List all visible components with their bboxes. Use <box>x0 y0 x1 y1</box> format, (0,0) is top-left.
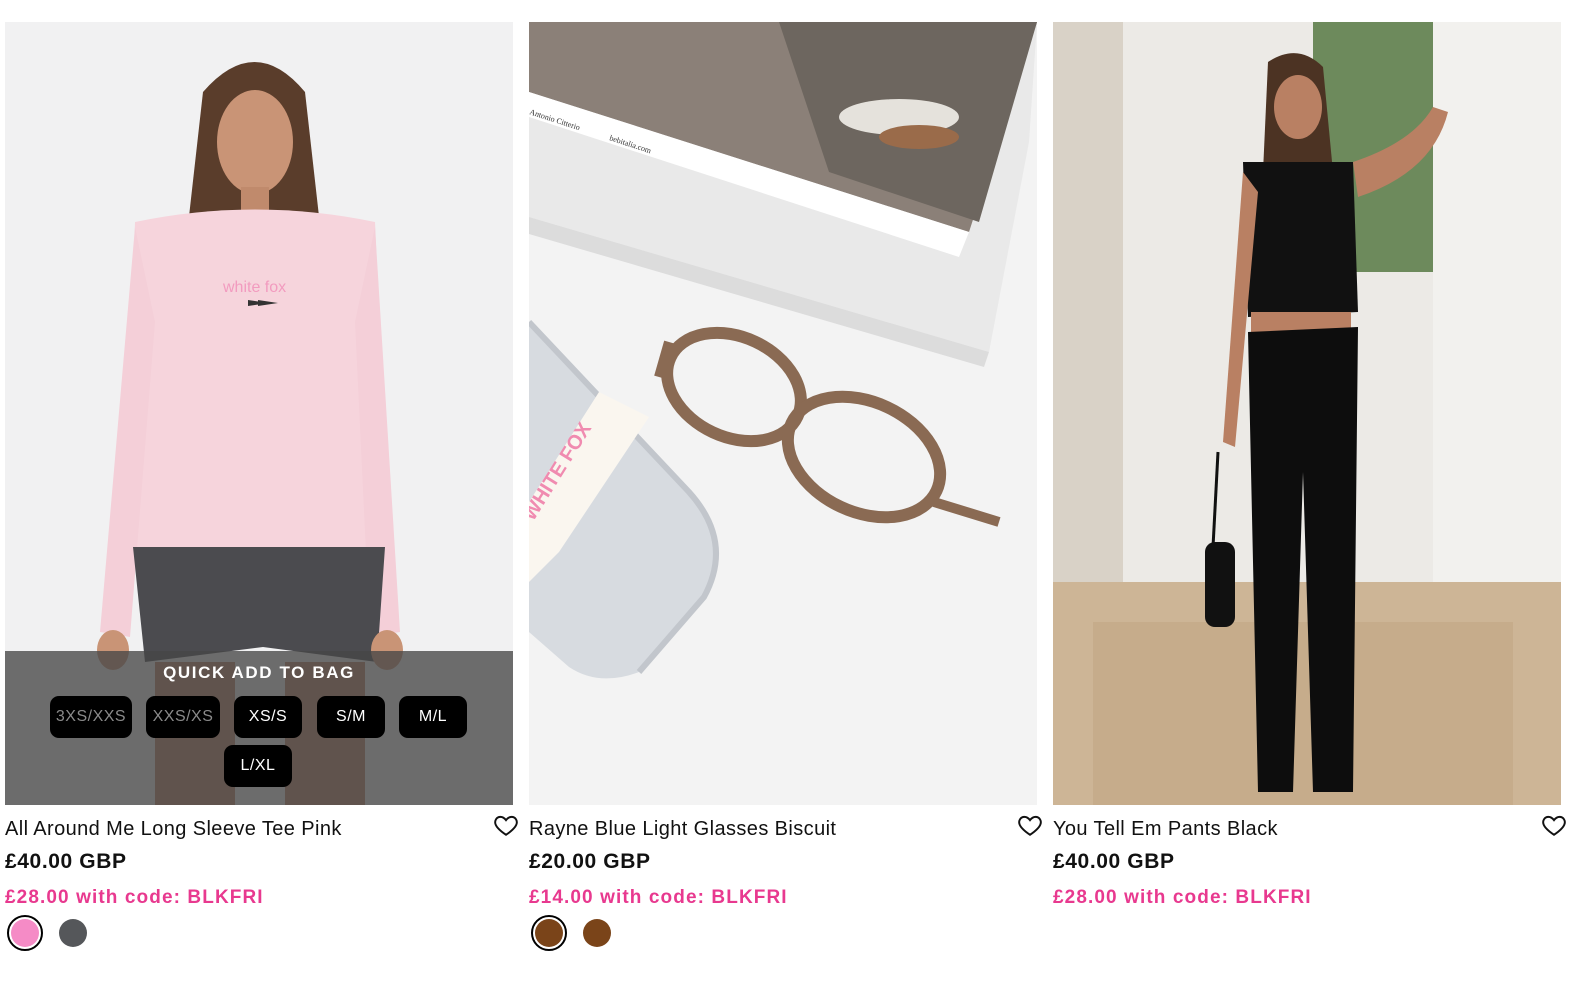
size-button-s-m[interactable]: S/M <box>317 696 385 738</box>
quick-add-title: QUICK ADD TO BAG <box>163 663 355 682</box>
quick-add-panel: QUICK ADD TO BAG 3XS/XXS XXS/XS XS/S S/M… <box>5 651 513 805</box>
product-card: Antonio Citterio bebitalia.com WHITE FOX… <box>529 22 1042 951</box>
product-grid: white fox QUICK ADD TO BAG 3XS/XXS XXS/X… <box>0 0 1593 1007</box>
size-button-xs-s[interactable]: XS/S <box>234 696 302 738</box>
product-image[interactable]: white fox QUICK ADD TO BAG 3XS/XXS XXS/X… <box>5 22 513 805</box>
color-swatch-brown-2[interactable] <box>583 919 611 947</box>
product-name[interactable]: All Around Me Long Sleeve Tee Pink <box>5 818 342 841</box>
color-swatch-brown[interactable] <box>531 915 567 951</box>
product-card: You Tell Em Pants Black £40.00 GBP £28.0… <box>1053 22 1566 908</box>
heart-outline-icon[interactable] <box>1541 812 1567 838</box>
glasses-flatlay-image: Antonio Citterio bebitalia.com WHITE FOX <box>529 22 1037 805</box>
size-button-l-xl[interactable]: L/XL <box>224 745 292 787</box>
product-image[interactable] <box>1053 22 1561 805</box>
promo-price: £28.00 with code: BLKFRI <box>5 887 264 908</box>
promo-price: £14.00 with code: BLKFRI <box>529 887 788 908</box>
product-name[interactable]: Rayne Blue Light Glasses Biscuit <box>529 818 836 841</box>
color-swatch-charcoal[interactable] <box>59 919 87 947</box>
product-price: £20.00 GBP <box>529 850 651 873</box>
size-button-xxs-xs[interactable]: XXS/XS <box>146 696 220 738</box>
product-price: £40.00 GBP <box>5 850 127 873</box>
promo-price: £28.00 with code: BLKFRI <box>1053 887 1312 908</box>
product-price: £40.00 GBP <box>1053 850 1175 873</box>
product-image[interactable]: Antonio Citterio bebitalia.com WHITE FOX <box>529 22 1037 805</box>
size-button-m-l[interactable]: M/L <box>399 696 467 738</box>
heart-outline-icon[interactable] <box>493 812 519 838</box>
model-black-pants-image <box>1053 22 1561 805</box>
size-button-3xs-xxs[interactable]: 3XS/XXS <box>50 696 132 738</box>
svg-text:white fox: white fox <box>222 279 286 296</box>
product-name[interactable]: You Tell Em Pants Black <box>1053 818 1278 841</box>
product-card: white fox QUICK ADD TO BAG 3XS/XXS XXS/X… <box>5 22 518 951</box>
heart-outline-icon[interactable] <box>1017 812 1043 838</box>
color-swatch-pink[interactable] <box>7 915 43 951</box>
